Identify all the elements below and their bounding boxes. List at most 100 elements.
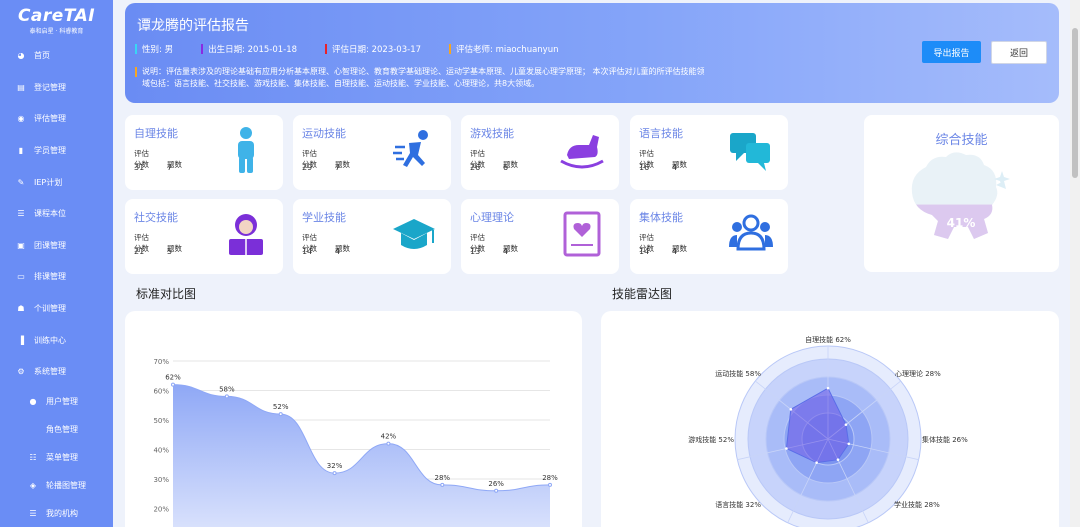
overall-skill-gauge: 41% [911,152,1010,239]
skill-values: 31 7 [134,163,200,172]
skill-count: 4 [672,247,678,256]
report-description: 说明：评估量表涉及的理论基础有应用分析基本原理、心智理论、教育教学基础理论、运动… [135,66,710,90]
schedule-icon: ▭ [17,272,25,282]
sidebar-item-label: 训练中心 [34,335,66,345]
data-label: 58% [219,385,235,393]
sidebar-item-register[interactable]: ▤ 登记管理 [0,72,113,104]
page-scrollbar[interactable] [1070,0,1080,527]
skill-name: 集体技能 [639,211,683,224]
data-point[interactable] [440,482,445,487]
radar-chart-title: 技能雷达图 [612,287,673,301]
skill-card: 社交技能 评估分数 题数 21 5 [125,199,283,274]
data-point[interactable] [548,482,552,487]
child-standing-icon [238,127,254,173]
radar-point[interactable] [789,408,793,411]
y-tick-label: 30% [153,476,169,484]
skill-card: 自理技能 评估分数 题数 31 7 [125,115,283,190]
y-tick-label: 50% [153,417,169,425]
sidebar-subitem-roles[interactable]: 角色管理 [0,416,113,444]
sidebar-item-label: 团课管理 [34,240,66,250]
sidebar-item-students[interactable]: ▮ 学员管理 [0,135,113,167]
skill-score: 31 [134,163,145,172]
birth-marker [201,44,204,54]
skill-card: 心理理论 评估分数 题数 13 4 [461,199,619,274]
eval-date-marker [325,44,328,54]
scrollbar-thumb[interactable] [1072,28,1078,178]
skill-count: 7 [335,163,341,172]
sidebar-subitem-org[interactable]: ☰ 我的机构 [0,500,113,527]
sidebar-subitem-carousel[interactable]: ◈ 轮播图管理 [0,472,113,500]
gender-marker [135,44,137,54]
sidebar-subitem-users[interactable]: ● 用户管理 [0,388,113,416]
data-label: 26% [488,480,504,488]
data-point[interactable] [224,394,229,399]
radar-point[interactable] [826,386,830,390]
skill-radar-chart: 自理技能 62% 心理理论 28% 集体技能 26% 学业技能 28% 语言技能 32%… [688,335,968,527]
radar-axis-label: 运动技能 58% [715,369,761,378]
org-icon: ☰ [29,509,37,519]
radar-point[interactable] [847,442,851,446]
radar-point[interactable] [844,423,848,426]
radar-point[interactable] [785,447,788,450]
skill-values: 26 6 [470,163,536,172]
data-point[interactable] [278,412,283,417]
skill-values: 14 4 [302,247,368,256]
y-tick-label: 20% [153,506,169,514]
sidebar-item-system[interactable]: ⚙ 系统管理 [0,356,113,388]
sidebar-item-curriculum[interactable]: ☰ 课程本位 [0,198,113,230]
sidebar-item-schedule[interactable]: ▭ 排课管理 [0,261,113,293]
skill-score: 14 [302,247,313,256]
teacher-value: 评估老师: miaochuanyun [456,45,559,55]
sidebar-item-label: 首页 [34,51,50,61]
report-header: 谭龙腾的评估报告 性别: 男 出生日期: 2015-01-18 评估日期: 20… [125,3,1059,103]
sidebar-item-iep[interactable]: ✎ IEP计划 [0,166,113,198]
sidebar-item-label: 菜单管理 [46,453,78,463]
data-point[interactable] [332,471,337,476]
logo: CareTAI 泰和启星 · 科睿教育 [0,0,113,40]
person-train-icon: ☗ [17,304,25,314]
edit-icon: ✎ [17,177,25,187]
radar-point[interactable] [815,461,818,464]
back-button[interactable]: 返回 [991,41,1047,64]
heart-card-icon [563,211,601,257]
sidebar-item-personal-training[interactable]: ☗ 个训管理 [0,293,113,325]
data-point[interactable] [494,488,499,493]
skill-card: 游戏技能 评估分数 题数 26 6 [461,115,619,190]
y-tick-label: 70% [153,358,169,366]
skill-values: 16 4 [639,163,705,172]
sidebar-item-home[interactable]: ◕ 首页 [0,40,113,72]
sidebar-item-label: 我的机构 [46,509,78,519]
skill-score: 29 [302,163,313,172]
y-tick-label: 40% [153,447,169,455]
sidebar-item-label: 用户管理 [46,397,78,407]
skill-score: 13 [470,247,481,256]
area-series [173,384,550,527]
sidebar-item-group-class[interactable]: ▣ 团课管理 [0,230,113,262]
export-report-button[interactable]: 导出报告 [922,41,981,63]
group-people-icon [729,214,773,251]
register-icon: ▤ [17,82,25,92]
skill-name: 语言技能 [639,127,683,140]
radar-point[interactable] [836,458,840,461]
skill-values: 21 5 [134,247,200,256]
birth-value: 出生日期: 2015-01-18 [208,45,298,55]
eval-date-value: 评估日期: 2023-03-17 [332,45,422,55]
data-label: 62% [165,374,181,382]
student-meta: 性别: 男 出生日期: 2015-01-18 评估日期: 2023-03-17 … [135,43,586,55]
compare-area-chart: 70% 60% 50% 40% 30% 20% 62% 58% 52% 32% 42% 28% 26% 2… [153,358,558,527]
skill-score: 21 [134,247,145,256]
data-point[interactable] [171,382,175,387]
sidebar-item-training-center[interactable]: ▐ 训练中心 [0,324,113,356]
sidebar: CareTAI 泰和启星 · 科睿教育 ◕ 首页 ▤ 登记管理 ◉ 评估管理 ▮ 学员管… [0,0,113,527]
data-point[interactable] [386,441,391,446]
sidebar-item-eval[interactable]: ◉ 评估管理 [0,103,113,135]
skill-count: 4 [335,247,341,256]
sidebar-subitem-menus[interactable]: ☷ 菜单管理 [0,444,113,472]
rocking-horse-icon [560,135,604,169]
skill-card: 集体技能 评估分数 题数 14 4 [630,199,788,274]
sidebar-item-label: IEP计划 [34,177,63,187]
sidebar-item-label: 课程本位 [34,209,66,219]
teacher-field: 评估老师: miaochuanyun [449,43,558,55]
desc-marker [135,67,137,77]
eval-icon: ◉ [17,114,25,124]
